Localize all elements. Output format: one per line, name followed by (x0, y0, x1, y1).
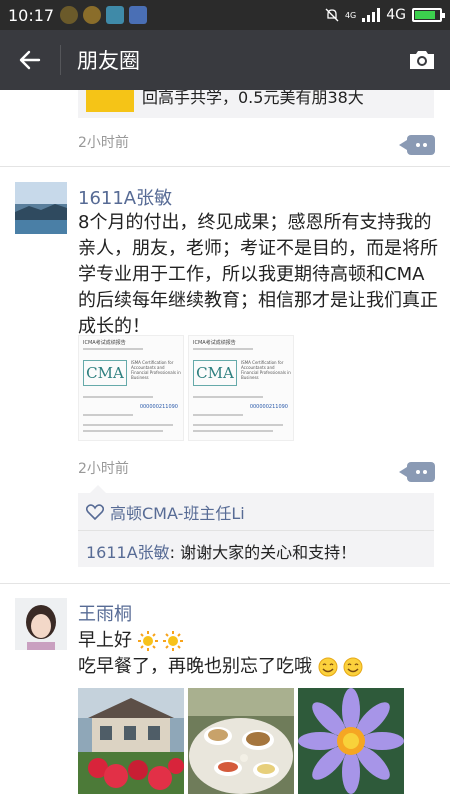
comment-button[interactable] (399, 462, 435, 482)
likes-row: 高顿CMA-班主任Li (86, 501, 245, 523)
status-time: 10:17 (8, 5, 55, 25)
post-time: 2小时前 (78, 135, 129, 151)
link-thumbnail (86, 90, 134, 112)
comment-author[interactable]: 1611A张敏 (86, 543, 170, 562)
post-line: 早上好 (78, 630, 132, 651)
network-label: 4G (386, 7, 406, 23)
author-name[interactable]: 王雨桐 (78, 600, 132, 626)
comment-text: 谢谢大家的关心和支持！ (180, 543, 357, 562)
breakfast-table-photo[interactable] (188, 688, 294, 794)
cma-logo: CMA (83, 360, 127, 386)
garden-house-photo[interactable] (78, 688, 184, 794)
certificate-image[interactable]: ICMA考试成绩报告 CMA ISMA Certification for Ac… (188, 335, 294, 441)
comment-separator: : (169, 543, 181, 562)
post-divider (0, 583, 450, 584)
arrow-left-icon (19, 50, 41, 70)
page-title: 朋友圈 (77, 49, 140, 73)
sun-emoji-icon (137, 631, 158, 651)
upload-notification-icon (129, 6, 148, 24)
avatar[interactable] (15, 598, 67, 650)
camera-icon (410, 51, 434, 69)
panel-divider (78, 530, 434, 531)
smile-emoji-icon (318, 657, 338, 677)
author-name[interactable]: 1611A张敏 (78, 184, 172, 210)
back-button[interactable] (0, 30, 60, 90)
app-notification-icon (60, 6, 79, 24)
mute-icon (325, 8, 339, 22)
post-divider (0, 166, 450, 167)
photo-notification-icon (106, 6, 125, 24)
camera-button[interactable] (394, 30, 450, 90)
avatar[interactable] (15, 182, 67, 234)
comment-item[interactable]: 1611A张敏: 谢谢大家的关心和支持！ (86, 539, 356, 563)
header-divider (60, 45, 61, 75)
signal-icon (362, 8, 381, 22)
shared-link-card[interactable]: 回高手共学，0.5元美有朋38大 (78, 90, 434, 118)
liker-name[interactable]: 高顿CMA-班主任Li (110, 500, 245, 524)
post-line: 吃早餐了，再晚也别忘了吃哦 (78, 656, 312, 677)
sun-emoji-icon (163, 631, 184, 651)
moments-feed[interactable]: 回高手共学，0.5元美有朋38大 2小时前 1611A张敏 8个月的付出，终见成… (0, 90, 450, 800)
comment-button[interactable] (399, 135, 435, 155)
link-title: 回高手共学，0.5元美有朋38大 (142, 90, 364, 107)
likes-comments-panel: 高顿CMA-班主任Li 1611A张敏: 谢谢大家的关心和支持！ (78, 485, 434, 567)
post-text: 8个月的付出，终见成果；感恩所有支持我的亲人，朋友，老师；考证不是目的，而是将所… (78, 212, 438, 337)
status-bar: 10:17 4G 4G (0, 0, 450, 30)
app-header: 朋友圈 (0, 30, 450, 90)
smile-emoji-icon (343, 657, 363, 677)
app-notification-icon (83, 6, 102, 24)
network-small-label: 4G (344, 10, 357, 20)
certificate-image[interactable]: ICMA考试成绩报告 CMA ISMA Certification for Ac… (78, 335, 184, 441)
post-text: 早上好 吃早餐了，再晚也别忘了吃哦 (78, 628, 440, 680)
battery-icon (412, 8, 445, 22)
heart-icon (86, 504, 104, 520)
purple-lotus-photo[interactable] (298, 688, 404, 794)
post-time: 2小时前 (78, 461, 129, 477)
cma-logo: CMA (193, 360, 237, 386)
